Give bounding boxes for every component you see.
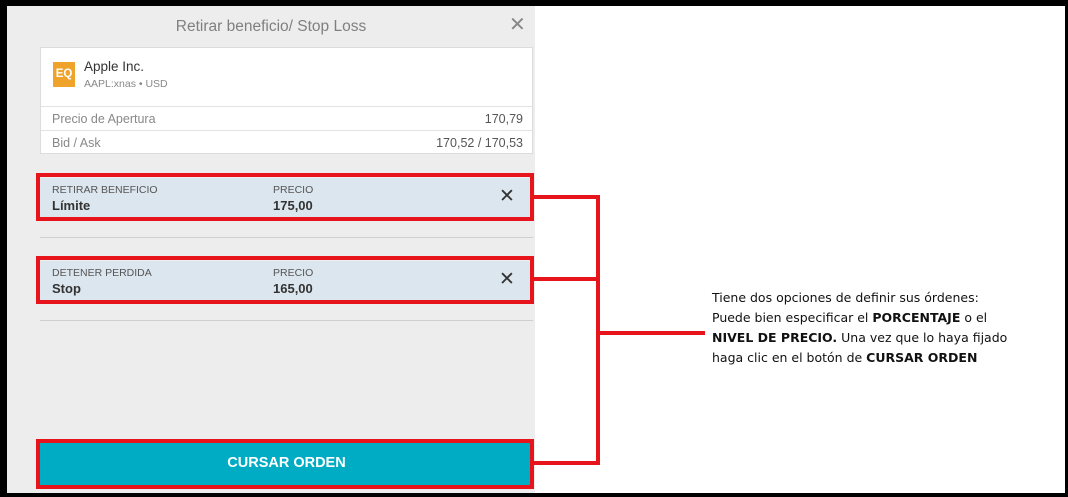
info-row-value: 170,52 / 170,53 bbox=[436, 136, 523, 150]
annotation-line: haga clic en el botón de CURSAR ORDEN bbox=[712, 350, 978, 365]
instrument-ticker: AAPL:xnas • USD bbox=[84, 78, 168, 90]
connector-line bbox=[534, 277, 600, 281]
divider bbox=[40, 320, 533, 321]
panel-title: Retirar beneficio/ Stop Loss bbox=[175, 18, 367, 35]
instrument-info: EQ Apple Inc. AAPL:xnas • USD Precio de … bbox=[40, 47, 533, 154]
annotation-text: Tiene dos opciones de definir sus órdene… bbox=[712, 288, 1065, 368]
highlight-submit bbox=[36, 439, 534, 489]
info-row-open-price: Precio de Apertura 170,79 bbox=[41, 106, 532, 132]
highlight-stop-loss bbox=[36, 256, 534, 304]
close-icon[interactable]: ✕ bbox=[509, 15, 526, 35]
annotation-line: Tiene dos opciones de definir sus órdene… bbox=[712, 290, 979, 305]
annotation-line: NIVEL DE PRECIO. Una vez que lo haya fij… bbox=[712, 330, 1008, 345]
info-row-bid-ask: Bid / Ask 170,52 / 170,53 bbox=[41, 130, 532, 156]
connector-line bbox=[534, 461, 600, 465]
order-panel: Retirar beneficio/ Stop Loss ✕ EQ Apple … bbox=[7, 6, 535, 493]
info-row-label: Precio de Apertura bbox=[52, 112, 156, 126]
connector-line bbox=[596, 195, 600, 465]
divider bbox=[40, 237, 533, 238]
annotation-line: Puede bien especificar el PORCENTAJE o e… bbox=[712, 310, 988, 325]
equity-badge: EQ bbox=[53, 62, 75, 87]
info-row-value: 170,79 bbox=[484, 112, 523, 126]
instrument-name: Apple Inc. bbox=[84, 59, 145, 74]
info-row-label: Bid / Ask bbox=[52, 136, 101, 150]
connector-line bbox=[534, 195, 600, 199]
screenshot-frame: Retirar beneficio/ Stop Loss ✕ EQ Apple … bbox=[7, 6, 1065, 493]
highlight-take-profit bbox=[36, 173, 534, 221]
connector-line bbox=[596, 331, 705, 335]
